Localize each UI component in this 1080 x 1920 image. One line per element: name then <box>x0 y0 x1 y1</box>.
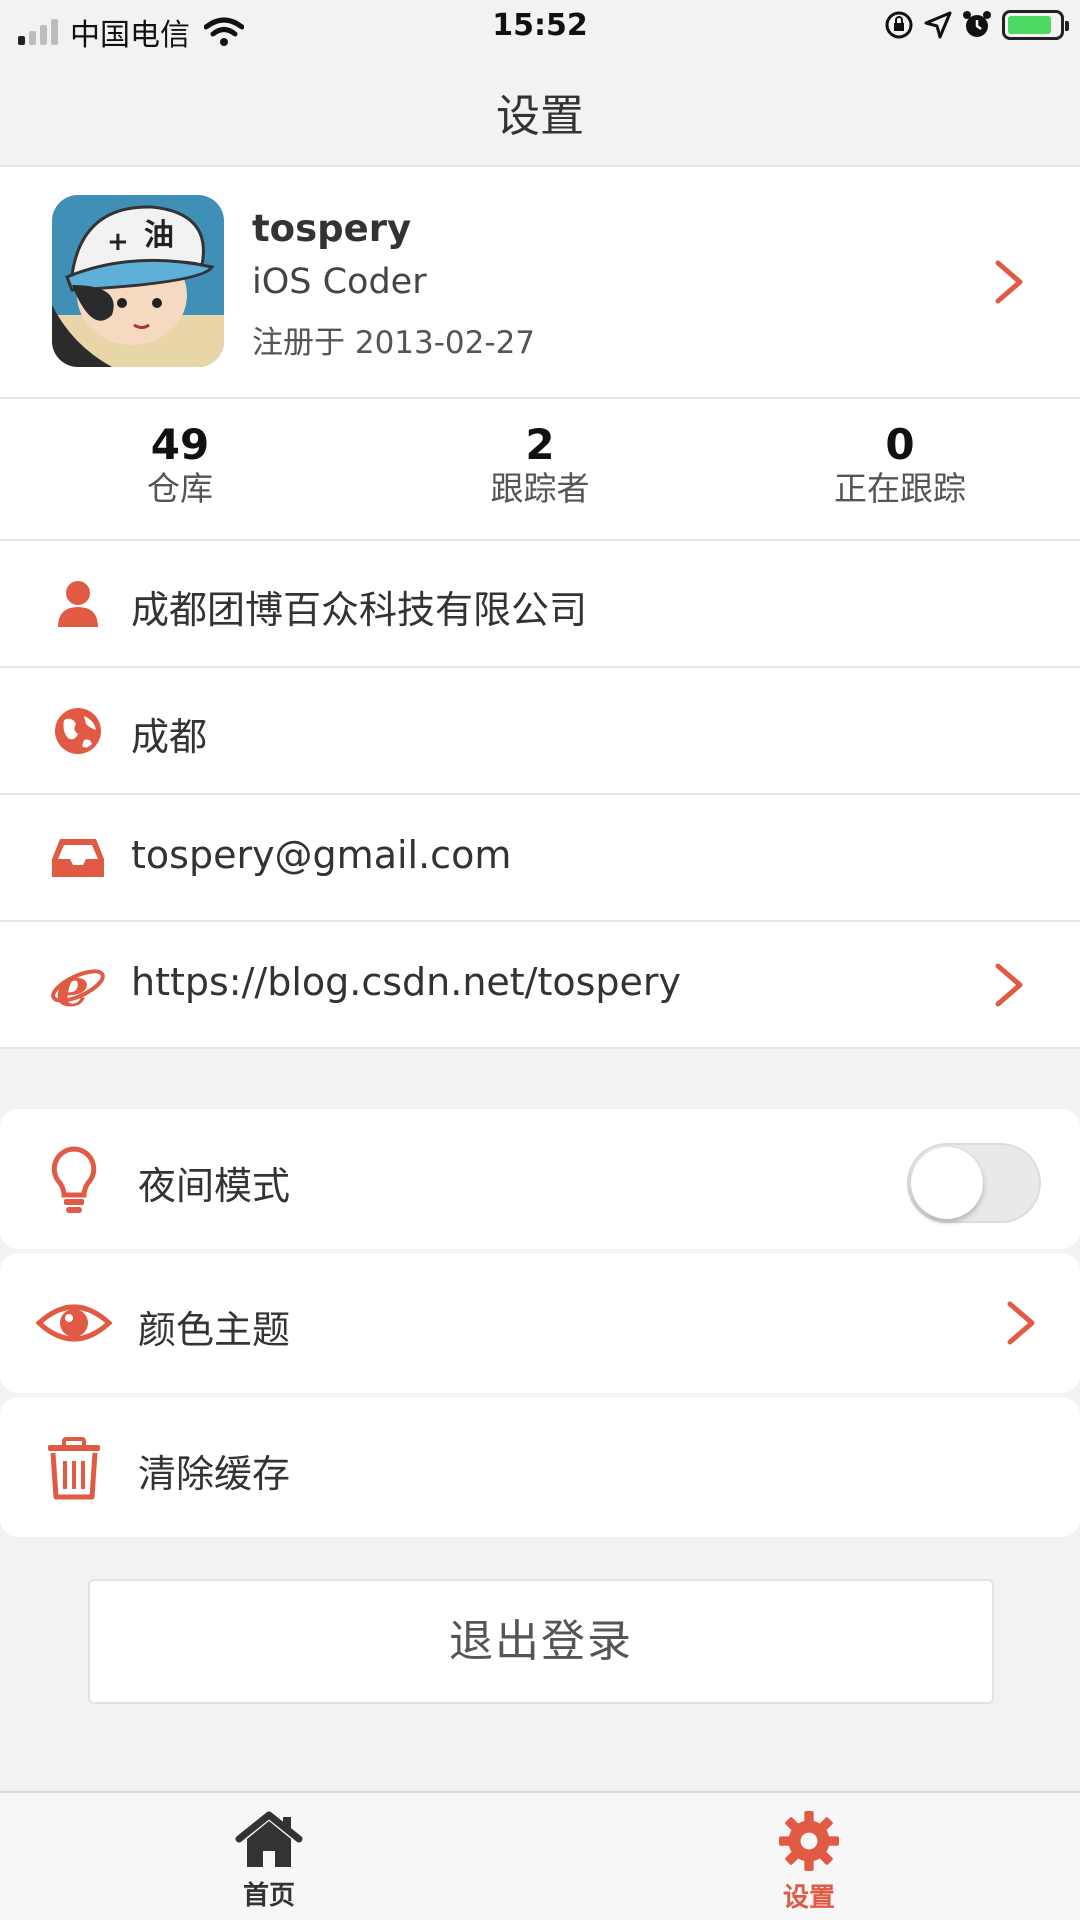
svg-text:油: 油 <box>144 218 174 253</box>
stat-value: 2 <box>525 420 555 469</box>
eye-icon <box>36 1304 112 1342</box>
stat-label: 跟踪者 <box>490 469 590 508</box>
profile-registered-date: 注册于 2013-02-27 <box>252 325 536 361</box>
alarm-icon <box>963 11 991 37</box>
chevron-right-icon <box>995 260 1023 304</box>
logout-button[interactable]: 退出登录 <box>88 1579 994 1704</box>
stat-label: 正在跟踪 <box>834 469 966 508</box>
info-row-company: 成都团博百众科技有限公司 <box>0 541 1080 666</box>
stat-repositories[interactable]: 49 仓库 <box>30 421 330 509</box>
night-mode-row: 夜间模式 <box>0 1109 1080 1249</box>
theme-color-label: 颜色主题 <box>138 1308 291 1352</box>
status-bar: 中国电信 15:52 <box>0 0 1080 54</box>
ie-browser-icon: e <box>51 960 105 1010</box>
stats-bar: 49 仓库 2 跟踪者 0 正在跟踪 <box>0 399 1080 539</box>
home-icon <box>235 1811 303 1867</box>
lightbulb-icon <box>51 1146 97 1213</box>
chevron-right-icon <box>995 963 1023 1007</box>
globe-icon <box>55 708 101 754</box>
location-arrow-icon <box>924 11 952 39</box>
theme-color-row[interactable]: 颜色主题 <box>0 1253 1080 1393</box>
rotation-lock-icon <box>885 11 913 39</box>
clear-cache-row[interactable]: 清除缓存 <box>0 1397 1080 1537</box>
stat-following[interactable]: 0 正在跟踪 <box>750 421 1050 509</box>
stat-followers[interactable]: 2 跟踪者 <box>390 421 690 509</box>
toggle-knob <box>911 1147 983 1219</box>
stat-label: 仓库 <box>147 469 213 508</box>
location-text: 成都 <box>131 715 208 759</box>
tab-settings-label: 设置 <box>782 1883 835 1913</box>
battery-icon <box>1002 10 1069 40</box>
user-icon <box>58 581 98 627</box>
chevron-right-icon <box>1007 1301 1035 1345</box>
info-row-location: 成都 <box>0 668 1080 793</box>
divider <box>0 1047 1080 1049</box>
night-mode-label: 夜间模式 <box>138 1164 291 1208</box>
profile-bio: iOS Coder <box>252 262 427 302</box>
tab-bar: 首页 设置 <box>0 1791 1080 1920</box>
tab-home-label: 首页 <box>242 1881 295 1911</box>
info-row-email[interactable]: tospery@gmail.com <box>0 795 1080 920</box>
avatar: 油 + <box>52 195 224 367</box>
trash-icon <box>48 1437 100 1500</box>
email-text: tospery@gmail.com <box>131 833 512 877</box>
info-row-blog[interactable]: e https://blog.csdn.net/tospery <box>0 922 1080 1047</box>
tab-home[interactable]: 首页 <box>169 1811 369 1912</box>
night-mode-toggle[interactable] <box>907 1143 1041 1223</box>
stat-value: 49 <box>150 420 210 469</box>
gear-icon <box>779 1811 839 1871</box>
profile-name: tospery <box>252 207 412 250</box>
inbox-icon <box>52 839 104 877</box>
company-text: 成都团博百众科技有限公司 <box>131 588 588 632</box>
tab-settings[interactable]: 设置 <box>709 1811 909 1914</box>
clear-cache-label: 清除缓存 <box>138 1452 291 1496</box>
page-title: 设置 <box>496 91 584 142</box>
svg-text:+: + <box>107 227 129 257</box>
blog-url-text: https://blog.csdn.net/tospery <box>131 960 682 1004</box>
profile-card[interactable]: 油 + tospery iOS Coder 注册于 2013-02-27 <box>0 167 1080 397</box>
stat-value: 0 <box>885 420 915 469</box>
